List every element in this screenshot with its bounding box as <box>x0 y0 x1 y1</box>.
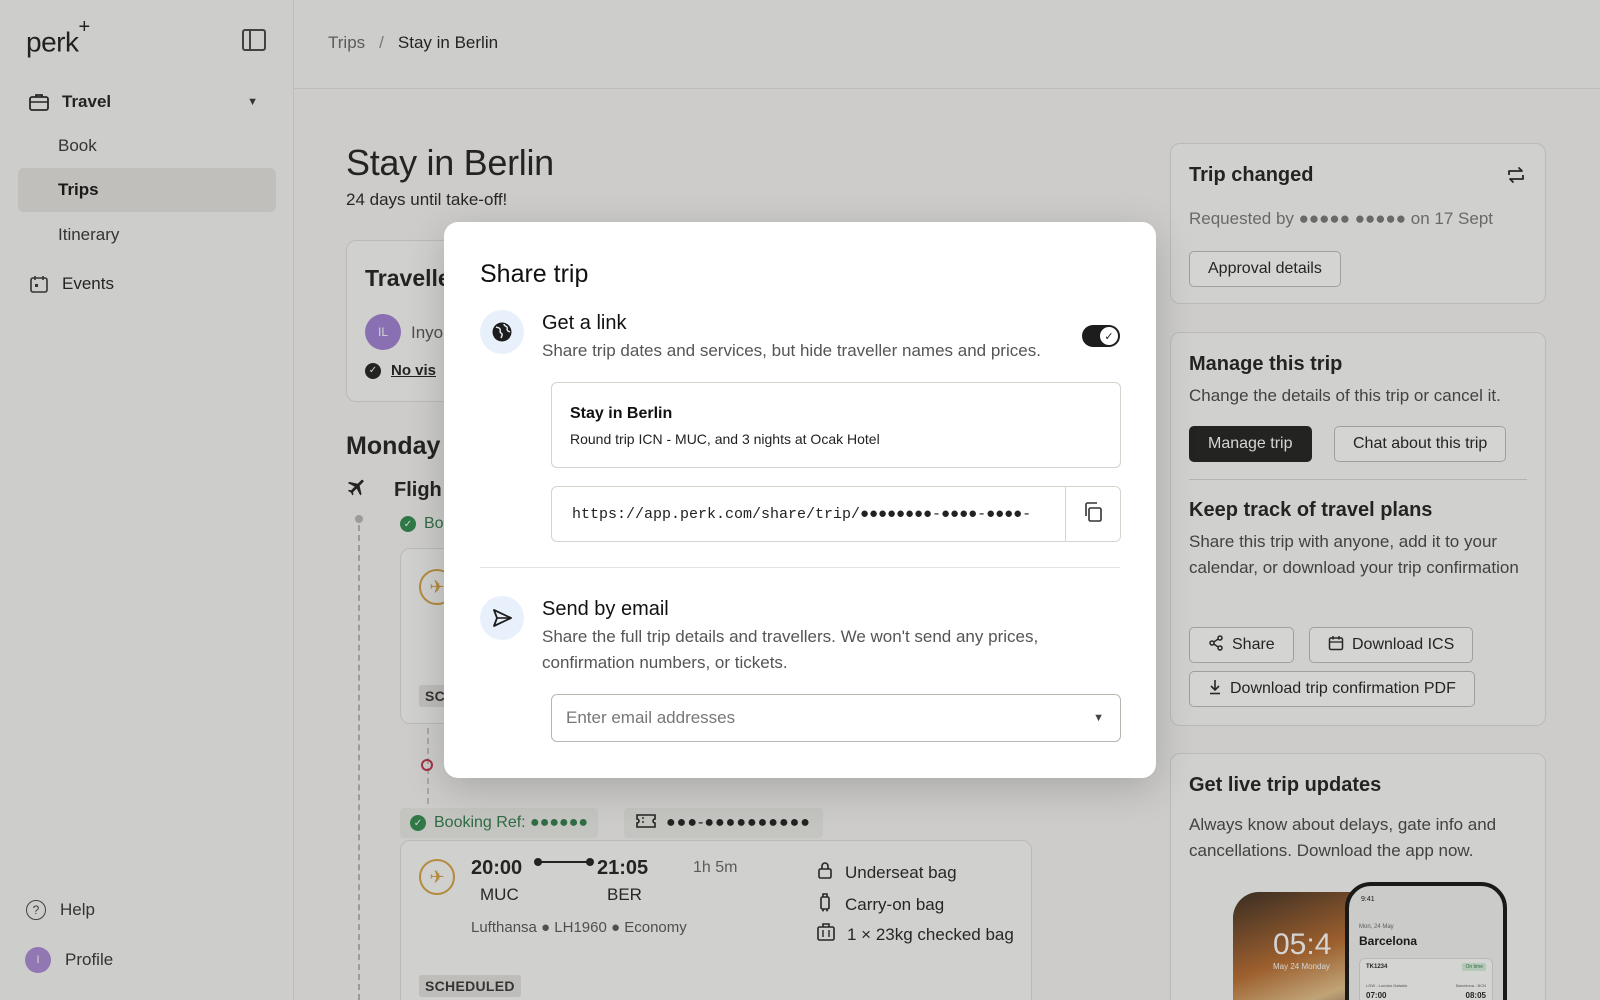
get-link-title: Get a link <box>542 312 627 334</box>
share-link-field <box>551 486 1121 542</box>
globe-icon <box>480 310 524 354</box>
share-preview: Stay in Berlin Round trip ICN - MUC, and… <box>551 382 1121 468</box>
check-icon: ✓ <box>1100 327 1118 345</box>
email-address-input[interactable]: Enter email addresses ▼ <box>551 694 1121 742</box>
send-email-description: Share the full trip details and travelle… <box>542 627 1039 672</box>
link-toggle[interactable]: ✓ <box>1082 325 1120 347</box>
share-url-input[interactable] <box>552 487 1066 541</box>
preview-title: Stay in Berlin <box>570 405 673 422</box>
preview-subtitle: Round trip ICN - MUC, and 3 nights at Oc… <box>570 431 880 447</box>
send-email-title: Send by email <box>542 598 669 620</box>
send-icon <box>480 596 524 640</box>
modal-divider <box>480 567 1120 568</box>
email-placeholder: Enter email addresses <box>566 708 736 727</box>
modal-title: Share trip <box>480 260 589 288</box>
share-trip-modal: Share trip Get a link Share trip dates a… <box>444 222 1156 778</box>
copy-icon <box>1082 501 1104 528</box>
chevron-down-icon[interactable]: ▼ <box>1093 712 1104 724</box>
copy-button[interactable] <box>1065 487 1120 541</box>
get-link-description: Share trip dates and services, but hide … <box>542 341 1041 360</box>
